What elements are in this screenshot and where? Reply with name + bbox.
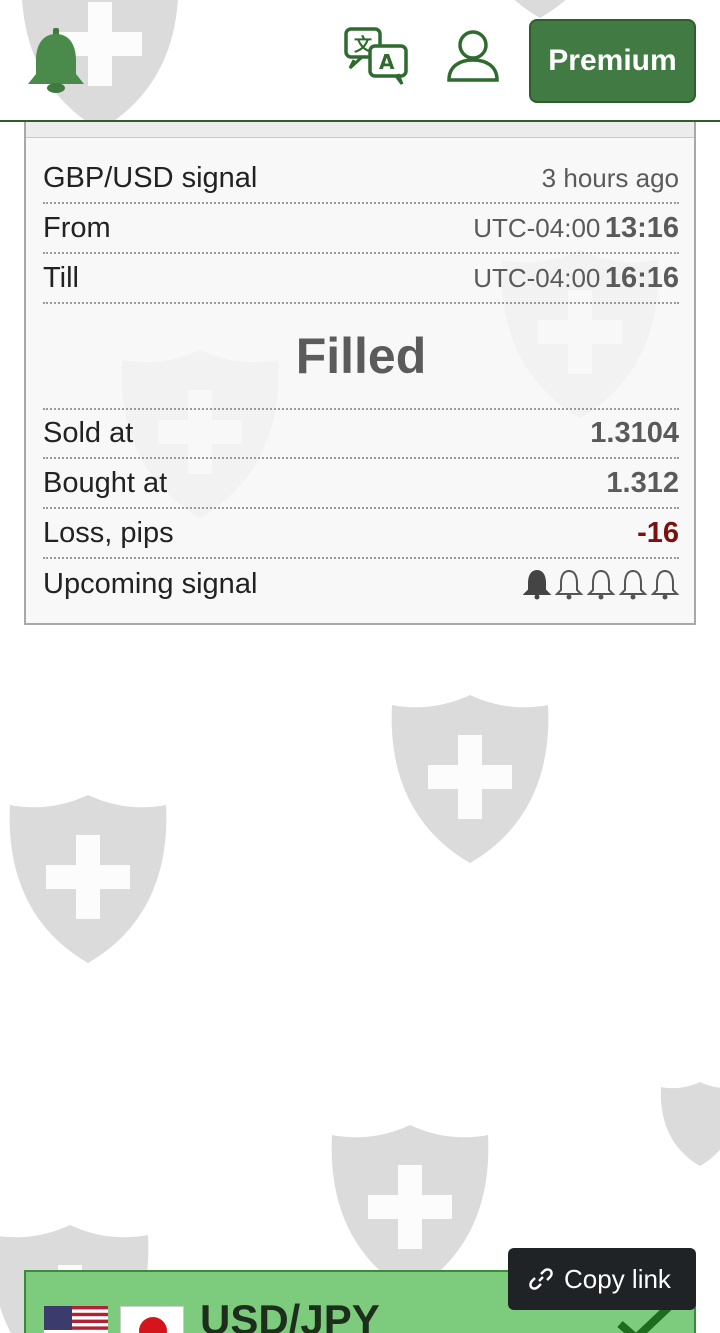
till-label: Till — [43, 261, 79, 294]
user-icon[interactable] — [444, 28, 502, 84]
from-label: From — [43, 211, 111, 244]
till-time: 16:16 — [604, 261, 679, 294]
shield-cross-icon — [660, 1082, 720, 1166]
next-signal-pair: USD/JPY — [200, 1296, 380, 1333]
app-header: 文 A Premium — [0, 0, 720, 122]
bought-row: Bought at 1.312 — [43, 459, 679, 509]
bought-label: Bought at — [43, 466, 168, 499]
us-flag-icon — [44, 1306, 108, 1333]
shield-cross-icon — [9, 795, 167, 963]
translate-icon[interactable]: 文 A — [342, 26, 412, 86]
premium-button[interactable]: Premium — [529, 19, 696, 103]
loss-row: Loss, pips -16 — [43, 509, 679, 559]
till-row: Till UTC-04:00 16:16 — [43, 254, 679, 304]
svg-text:A: A — [379, 50, 395, 74]
upcoming-signal-rating[interactable] — [523, 568, 679, 600]
signal-title-row: GBP/USD signal 3 hours ago — [43, 154, 679, 204]
loss-value: -16 — [637, 516, 679, 549]
from-row: From UTC-04:00 13:16 — [43, 204, 679, 254]
card-top-bar — [26, 122, 694, 138]
sold-row: Sold at 1.3104 — [43, 409, 679, 459]
from-timezone: UTC-04:00 — [473, 212, 601, 243]
premium-button-label: Premium — [548, 44, 677, 77]
bell-outline-icon — [587, 569, 615, 600]
till-timezone: UTC-04:00 — [473, 262, 601, 293]
copy-link-label: Copy link — [564, 1263, 671, 1294]
signal-time-ago: 3 hours ago — [541, 162, 679, 193]
from-time: 13:16 — [604, 211, 679, 244]
bell-icon[interactable] — [22, 26, 90, 96]
bought-value: 1.312 — [606, 466, 679, 499]
signal-card: GBP/USD signal 3 hours ago From UTC-04:0… — [24, 122, 696, 625]
shield-cross-icon — [391, 695, 549, 863]
shield-cross-icon — [331, 1125, 489, 1293]
sold-value: 1.3104 — [590, 416, 679, 449]
bell-outline-icon — [555, 569, 583, 600]
signal-title: GBP/USD signal — [43, 161, 258, 194]
jp-flag-icon — [120, 1306, 184, 1333]
upcoming-label: Upcoming signal — [43, 567, 258, 600]
bell-outline-icon — [619, 569, 647, 600]
sold-label: Sold at — [43, 416, 134, 449]
loss-label: Loss, pips — [43, 516, 174, 549]
bell-filled-icon — [523, 569, 551, 600]
bell-outline-icon — [651, 569, 679, 600]
copy-link-toast[interactable]: Copy link — [508, 1248, 696, 1310]
upcoming-row: Upcoming signal — [43, 559, 679, 609]
signal-status: Filled — [43, 304, 679, 410]
link-icon — [529, 1268, 553, 1290]
